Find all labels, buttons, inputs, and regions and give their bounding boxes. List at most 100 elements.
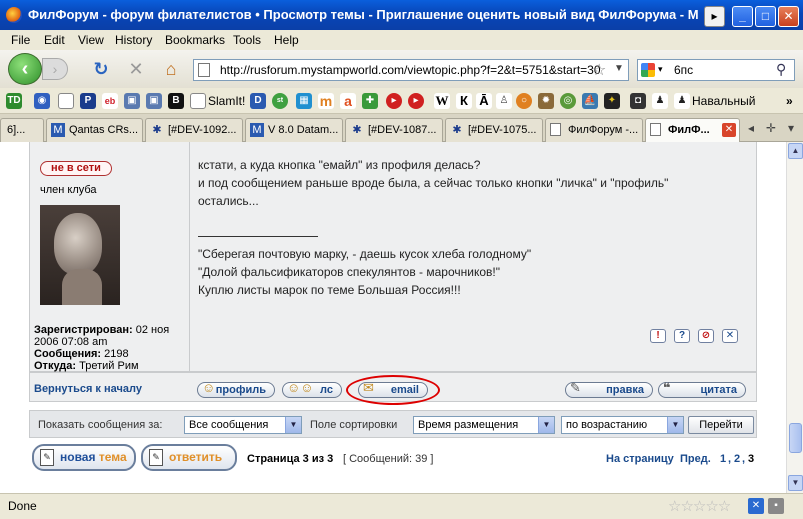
close-window-button[interactable]: ✕ <box>778 6 799 27</box>
menu-bookmarks[interactable]: Bookmarks <box>165 33 225 47</box>
menu-view[interactable]: View <box>78 33 104 47</box>
search-engine-dropdown-icon[interactable]: ▾ <box>658 64 663 75</box>
a2-bookmark-icon[interactable]: Ā <box>476 93 492 109</box>
pager-page-1[interactable]: 1 <box>720 453 726 465</box>
post-line: остались... <box>198 194 259 208</box>
emblem-bookmark-icon[interactable]: ◎ <box>560 93 576 109</box>
globe-bookmark-icon[interactable]: ◉ <box>34 93 50 109</box>
tab-1[interactable]: M Qantas CRs... <box>46 118 143 142</box>
camera-bookmark-icon[interactable]: ◘ <box>630 93 646 109</box>
tab-scroll-left-icon[interactable]: ◂ <box>748 121 754 135</box>
tab-0[interactable]: 6]... <box>0 118 44 142</box>
minimize-button[interactable]: _ <box>732 6 753 27</box>
report-icon[interactable]: ! <box>650 329 666 343</box>
page-bookmark-icon[interactable] <box>58 93 74 109</box>
quote-button[interactable]: ❝ цитата <box>658 381 746 398</box>
start-bookmark-icon[interactable]: st <box>272 93 288 109</box>
ship-bookmark-icon[interactable]: ⛵ <box>582 93 598 109</box>
slamit-page-icon[interactable] <box>190 93 206 109</box>
chevron-down-icon[interactable]: ▼ <box>285 417 301 433</box>
forward-button[interactable]: › <box>42 58 68 80</box>
home-icon[interactable]: ⌂ <box>160 58 182 80</box>
image-bookmark-icon[interactable]: ▣ <box>124 93 140 109</box>
close-tab-icon[interactable]: ✕ <box>722 123 736 137</box>
paypal-bookmark-icon[interactable]: P <box>80 93 96 109</box>
status-addon2-icon[interactable]: ▪ <box>768 498 784 514</box>
pager-page-2[interactable]: 2 <box>734 453 740 465</box>
pm-button[interactable]: ☺☺ лс <box>282 381 342 398</box>
edit-button[interactable]: ✎ правка <box>565 381 653 398</box>
navalny-bookmark[interactable]: Навальный <box>692 94 755 108</box>
search-box[interactable]: ▾ 6пс ⚲ <box>637 59 795 81</box>
bookmark-star-icon[interactable]: ☆ <box>592 60 606 80</box>
search-icon[interactable]: ⚲ <box>776 61 786 78</box>
dark-bookmark-icon[interactable]: ✦ <box>604 93 620 109</box>
url-text[interactable]: http://rusforum.mystampworld.com/viewtop… <box>220 63 601 77</box>
status-addon-icon[interactable]: ✕ <box>748 498 764 514</box>
list-tabs-icon[interactable]: ▾ <box>788 121 794 135</box>
ebay-bookmark-icon[interactable]: eb <box>102 93 118 109</box>
a-bookmark-icon[interactable]: a <box>340 93 356 109</box>
person-bookmark-icon[interactable]: ♟ <box>652 93 668 109</box>
go-button[interactable]: Перейти <box>688 416 754 434</box>
warn-icon[interactable]: ⊘ <box>698 329 714 343</box>
sort-order-select[interactable]: по возрастанию ▼ <box>561 416 684 434</box>
back-button[interactable]: ‹ <box>8 53 42 85</box>
menu-file[interactable]: File <box>11 33 30 47</box>
tab-2[interactable]: ✱ [#DEV-1092... <box>145 118 243 142</box>
back-to-top-link[interactable]: Вернуться к началу <box>34 383 142 395</box>
url-dropdown-icon[interactable]: ▼ <box>614 63 624 74</box>
red-circle2-bookmark-icon[interactable]: ▸ <box>408 93 424 109</box>
menu-tools[interactable]: Tools <box>233 33 261 47</box>
location: Откуда: Третий Рим <box>34 360 139 372</box>
scroll-down-icon[interactable]: ▼ <box>788 475 803 491</box>
puzzle-bookmark-icon[interactable]: ✚ <box>362 93 378 109</box>
delete-icon[interactable]: ✕ <box>722 329 738 343</box>
reply-button[interactable]: ✎ ответить <box>141 444 237 471</box>
vertical-scrollbar[interactable]: ▲ ▼ <box>786 142 803 493</box>
maximize-button[interactable]: □ <box>755 6 776 27</box>
news-bookmark-icon[interactable]: ▦ <box>296 93 312 109</box>
bookmarks-overflow-button[interactable]: » <box>786 94 793 108</box>
navalny-person-icon[interactable]: ♟ <box>674 93 690 109</box>
figure-bookmark-icon[interactable]: ♙ <box>496 93 512 109</box>
tab-7-active[interactable]: ФилФ... ✕ <box>645 118 740 143</box>
info-icon[interactable]: ? <box>674 329 690 343</box>
dv-bookmark-icon[interactable]: D <box>250 93 266 109</box>
title-more-button[interactable]: ▸ <box>704 6 725 27</box>
gear-bookmark-icon[interactable]: ✹ <box>538 93 554 109</box>
scrollbar-thumb[interactable] <box>789 423 802 453</box>
orange-bookmark-icon[interactable]: ○ <box>516 93 532 109</box>
kappa-bookmark-icon[interactable]: К <box>456 93 472 109</box>
scroll-up-icon[interactable]: ▲ <box>788 143 803 159</box>
b-bookmark-icon[interactable]: B <box>168 93 184 109</box>
stop-icon[interactable]: ✕ <box>125 58 147 80</box>
show-posts-select[interactable]: Все сообщения ▼ <box>184 416 302 434</box>
tab-4[interactable]: ✱ [#DEV-1087... <box>345 118 443 142</box>
tab-3[interactable]: M V 8.0 Datam... <box>245 118 343 142</box>
url-bar[interactable]: http://rusforum.mystampworld.com/viewtop… <box>193 59 629 81</box>
red-circle-bookmark-icon[interactable]: ▸ <box>386 93 402 109</box>
tab-5[interactable]: ✱ [#DEV-1075... <box>445 118 543 142</box>
profile-button[interactable]: ☺ профиль <box>197 381 275 398</box>
menu-edit[interactable]: Edit <box>44 33 65 47</box>
post-row: не в сети член клуба Зарегистрирован: 02… <box>29 142 757 372</box>
chevron-down-icon[interactable]: ▼ <box>667 417 683 433</box>
new-topic-button[interactable]: ✎ новая тема <box>32 444 136 471</box>
google-icon[interactable] <box>641 63 655 77</box>
tab-6[interactable]: ФилФорум -... <box>545 118 643 142</box>
wikipedia-bookmark-icon[interactable]: W <box>434 93 450 109</box>
chevron-down-icon[interactable]: ▼ <box>538 417 554 433</box>
search-input[interactable]: 6пс <box>674 63 693 77</box>
slamit-bookmark[interactable]: SlamIt! <box>208 94 245 108</box>
mail-m-bookmark-icon[interactable]: m <box>318 93 334 109</box>
reload-icon[interactable]: ↻ <box>90 58 112 80</box>
menu-history[interactable]: History <box>115 33 152 47</box>
rating-stars[interactable]: ☆☆☆☆☆ <box>668 497 731 515</box>
image2-bookmark-icon[interactable]: ▣ <box>146 93 162 109</box>
sort-field-select[interactable]: Время размещения ▼ <box>413 416 555 434</box>
new-tab-icon[interactable]: ✛ <box>766 121 776 135</box>
pager-prev-link[interactable]: Пред. <box>680 453 711 465</box>
menu-help[interactable]: Help <box>274 33 299 47</box>
td-bookmark-icon[interactable]: TD <box>6 93 22 109</box>
